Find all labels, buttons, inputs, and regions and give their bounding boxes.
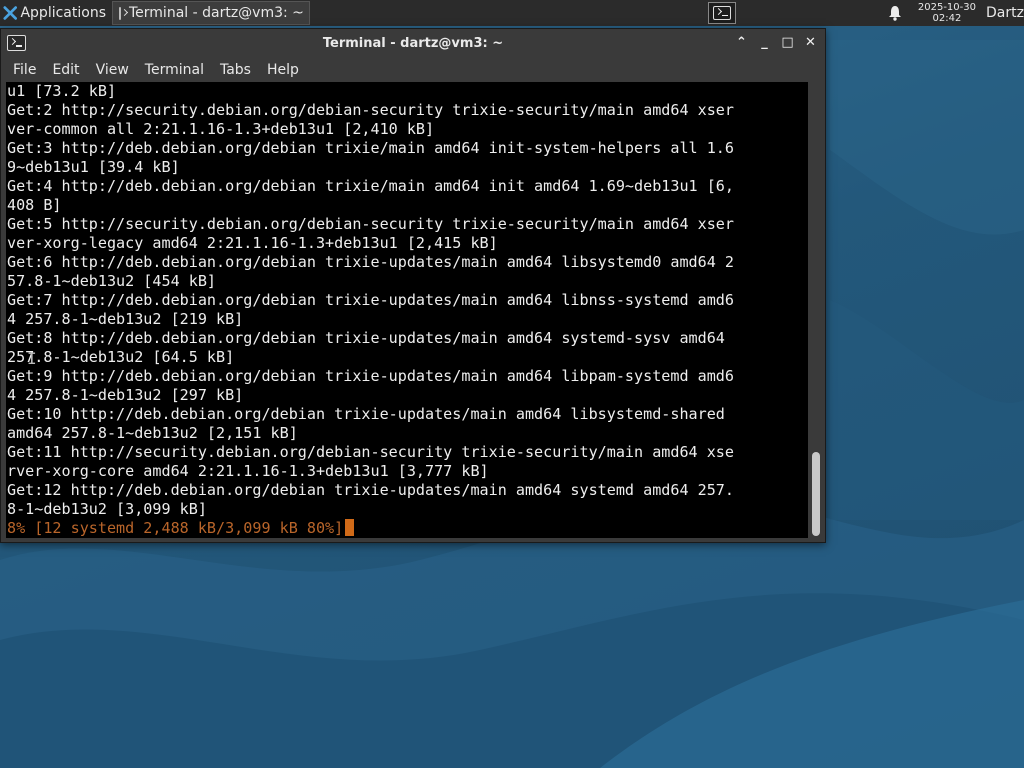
menu-bar: File Edit View Terminal Tabs Help bbox=[1, 58, 825, 82]
terminal-line: Get:9 http://deb.debian.org/debian trixi… bbox=[7, 367, 734, 385]
taskbar-terminal-label: Terminal - dartz@vm3: ~ bbox=[129, 5, 304, 21]
window-controls: ⌃ _ □ ✕ bbox=[733, 34, 819, 51]
text-cursor-icon: I bbox=[27, 349, 37, 368]
scrollbar-thumb[interactable] bbox=[812, 452, 820, 536]
terminal-line: 9~deb13u1 [39.4 kB] bbox=[7, 158, 180, 176]
terminal-line: Get:8 http://deb.debian.org/debian trixi… bbox=[7, 329, 725, 347]
terminal-line: 408 B] bbox=[7, 196, 62, 214]
terminal-line: rver-xorg-core amd64 2:21.1.16-1.3+deb13… bbox=[7, 462, 489, 480]
terminal-scrollbar[interactable] bbox=[808, 82, 825, 538]
progress-text: 8% [12 systemd 2,488 kB/3,099 kB 80%] bbox=[7, 519, 344, 537]
top-panel: Applications Terminal - dartz@vm3: ~ 202… bbox=[0, 0, 1024, 26]
terminal-icon bbox=[119, 6, 121, 20]
minimize-button[interactable]: _ bbox=[756, 34, 773, 51]
shade-button[interactable]: ⌃ bbox=[733, 34, 750, 51]
panel-clock[interactable]: 2025-10-30 02:42 bbox=[918, 2, 976, 24]
menu-file[interactable]: File bbox=[5, 58, 44, 82]
terminal-line: Get:11 http://security.debian.org/debian… bbox=[7, 443, 734, 461]
terminal-line: 57.8-1~deb13u2 [454 kB] bbox=[7, 272, 217, 290]
menu-terminal[interactable]: Terminal bbox=[137, 58, 212, 82]
close-button[interactable]: ✕ bbox=[802, 34, 819, 51]
terminal-output[interactable]: u1 [73.2 kB] Get:2 http://security.debian… bbox=[6, 82, 808, 538]
workspace-switcher-button[interactable] bbox=[707, 2, 736, 24]
terminal-line: 8-1~deb13u2 [3,099 kB] bbox=[7, 500, 207, 518]
menu-view[interactable]: View bbox=[88, 58, 137, 82]
menu-tabs[interactable]: Tabs bbox=[212, 58, 259, 82]
terminal-line: 4 257.8-1~deb13u2 [297 kB] bbox=[7, 386, 244, 404]
menu-edit[interactable]: Edit bbox=[44, 58, 87, 82]
terminal-line: Get:4 http://deb.debian.org/debian trixi… bbox=[7, 177, 734, 195]
user-menu[interactable]: Dartz bbox=[986, 5, 1024, 21]
terminal-line: Get:7 http://deb.debian.org/debian trixi… bbox=[7, 291, 734, 309]
terminal-window: Terminal - dartz@vm3: ~ ⌃ _ □ ✕ File Edi… bbox=[0, 28, 826, 543]
download-progress-line: 8% [12 systemd 2,488 kB/3,099 kB 80%] bbox=[7, 519, 808, 538]
terminal-line: Get:10 http://deb.debian.org/debian trix… bbox=[7, 405, 725, 423]
terminal-line: 257.8-1~deb13u2 [64.5 kB] bbox=[7, 348, 235, 366]
clock-date: 2025-10-30 bbox=[917, 2, 976, 13]
clock-time: 02:42 bbox=[932, 13, 962, 24]
terminal-line: ver-xorg-legacy amd64 2:21.1.16-1.3+deb1… bbox=[7, 234, 498, 252]
terminal-cursor bbox=[345, 519, 355, 536]
bell-icon bbox=[888, 6, 901, 21]
terminal-line: ver-common all 2:21.1.16-1.3+deb13u1 [2,… bbox=[7, 120, 435, 138]
window-titlebar[interactable]: Terminal - dartz@vm3: ~ ⌃ _ □ ✕ bbox=[1, 29, 825, 58]
notifications-button[interactable] bbox=[886, 0, 904, 26]
menu-help[interactable]: Help bbox=[259, 58, 307, 82]
terminal-line: 4 257.8-1~deb13u2 [219 kB] bbox=[7, 310, 244, 328]
maximize-button[interactable]: □ bbox=[779, 34, 796, 51]
taskbar-terminal-button[interactable]: Terminal - dartz@vm3: ~ bbox=[112, 1, 310, 25]
terminal-text: u1 [73.2 kB] Get:2 http://security.debian… bbox=[6, 82, 808, 538]
terminal-line: Get:6 http://deb.debian.org/debian trixi… bbox=[7, 253, 734, 271]
terminal-line: Get:12 http://deb.debian.org/debian trix… bbox=[7, 481, 734, 499]
xfce-logo-icon bbox=[3, 6, 18, 20]
terminal-line: u1 [73.2 kB] bbox=[7, 82, 117, 100]
terminal-line: amd64 257.8-1~deb13u2 [2,151 kB] bbox=[7, 424, 298, 442]
applications-menu[interactable]: Applications bbox=[0, 0, 110, 26]
window-title: Terminal - dartz@vm3: ~ bbox=[322, 36, 504, 51]
terminal-line: Get:3 http://deb.debian.org/debian trixi… bbox=[7, 139, 734, 157]
terminal-line: Get:5 http://security.debian.org/debian-… bbox=[7, 215, 734, 233]
terminal-icon bbox=[712, 6, 731, 20]
applications-label: Applications bbox=[20, 5, 106, 21]
terminal-line: Get:2 http://security.debian.org/debian-… bbox=[7, 101, 734, 119]
